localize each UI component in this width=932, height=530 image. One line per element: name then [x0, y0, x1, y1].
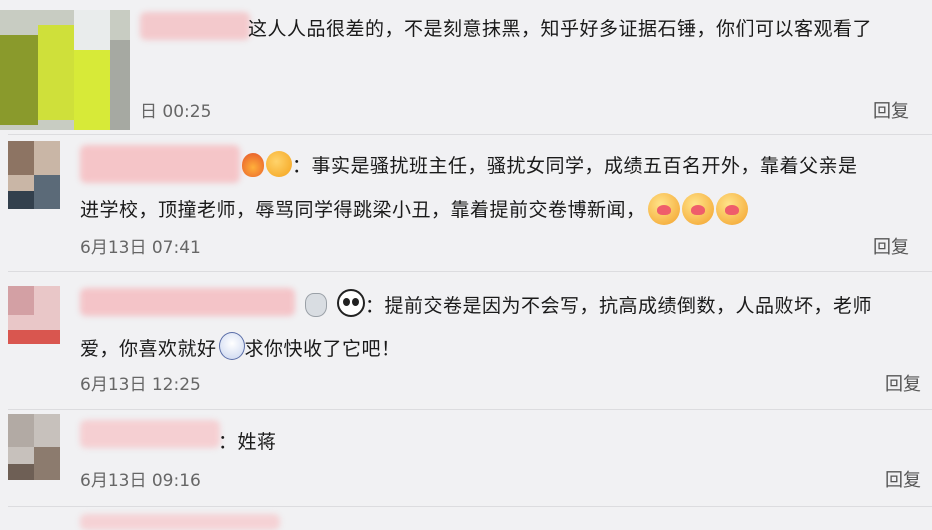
comment-text: ：事实是骚扰班主任，骚扰女同学，成绩五百名开外，靠着父亲是 — [240, 151, 858, 178]
avatar-pixel — [8, 414, 34, 447]
avatar-pixel — [8, 464, 34, 480]
comment-time: 6月13日 12:25 — [80, 375, 201, 395]
comment-text: ：提前交卷是因为不会写，抗高成绩倒数，人品败坏，老师 — [303, 289, 872, 318]
kiss-emoji — [715, 193, 748, 225]
comment-text-line: ：提前交卷是因为不会写，抗高成绩倒数，人品败坏，老师 — [365, 295, 873, 317]
avatar-pixel — [74, 50, 110, 130]
username-blurred[interactable] — [80, 420, 220, 448]
comment-item: 这人人品很差的，不是刻意抹黑，知乎好多证据石锤，你们可以客观看了 日 00:25… — [0, 0, 932, 135]
comment-text: 这人人品很差的，不是刻意抹黑，知乎好多证据石锤，你们可以客观看了 — [248, 18, 873, 40]
avatar-pixel — [0, 35, 38, 125]
comment-text: ：姓蒋 — [218, 431, 277, 453]
comment-text-line: 进学校，顶撞老师，辱骂同学得跳梁小丑，靠着提前交卷博新闻， — [80, 199, 646, 221]
avatar[interactable] — [0, 10, 130, 130]
comment-time: 6月13日 09:16 — [80, 471, 201, 491]
reply-button[interactable]: 回复 — [885, 466, 921, 492]
divider — [8, 506, 932, 507]
avatar-pixel — [34, 175, 60, 209]
kiss-emoji — [681, 193, 714, 225]
avatar[interactable] — [8, 286, 60, 344]
avatar-pixel — [74, 10, 110, 50]
reply-button[interactable]: 回复 — [885, 370, 921, 396]
username-blurred[interactable] — [140, 12, 250, 40]
username-blurred[interactable] — [80, 288, 295, 316]
comment-time: 日 00:25 — [140, 102, 212, 122]
comment-item: ：提前交卷是因为不会写，抗高成绩倒数，人品败坏，老师 爱，你喜欢就好 求你快收了它… — [0, 272, 932, 410]
avatar-pixel — [34, 447, 60, 480]
comment-text: 爱，你喜欢就好 求你快收了它吧！ — [80, 332, 401, 361]
avatar-pixel — [8, 330, 60, 344]
comment-item: ：姓蒋 6月13日 09:16 回复 — [0, 410, 932, 510]
avatar-pixel — [8, 191, 34, 209]
username-blurred[interactable] — [80, 145, 240, 183]
avatar-pixel — [8, 141, 34, 175]
panda-emoji — [337, 289, 365, 317]
avatar-pixel — [110, 40, 130, 130]
comment-text: 进学校，顶撞老师，辱骂同学得跳梁小丑，靠着提前交卷博新闻， — [80, 193, 748, 225]
comment-text-line: 爱，你喜欢就好 — [80, 338, 217, 360]
ghost-emoji — [218, 332, 245, 360]
reply-button[interactable]: 回复 — [873, 97, 909, 123]
kiss-emoji — [647, 193, 680, 225]
comment-text-line: ：事实是骚扰班主任，骚扰女同学，成绩五百名开外，靠着父亲是 — [292, 155, 858, 177]
avatar[interactable] — [8, 141, 60, 209]
avatar-pixel — [38, 25, 74, 120]
money-bag-emoji — [305, 293, 327, 317]
username-blurred[interactable] — [80, 514, 280, 530]
comment-item: ：事实是骚扰班主任，骚扰女同学，成绩五百名开外，靠着父亲是 进学校，顶撞老师，辱… — [0, 135, 932, 272]
comment-text-line: 求你快收了它吧！ — [244, 338, 401, 360]
comment-time: 6月13日 07:41 — [80, 238, 201, 258]
avatar[interactable] — [8, 414, 60, 480]
avatar-pixel — [8, 286, 34, 315]
smile-emoji — [266, 151, 292, 177]
reply-button[interactable]: 回复 — [873, 233, 909, 259]
fire-emoji — [242, 153, 264, 177]
